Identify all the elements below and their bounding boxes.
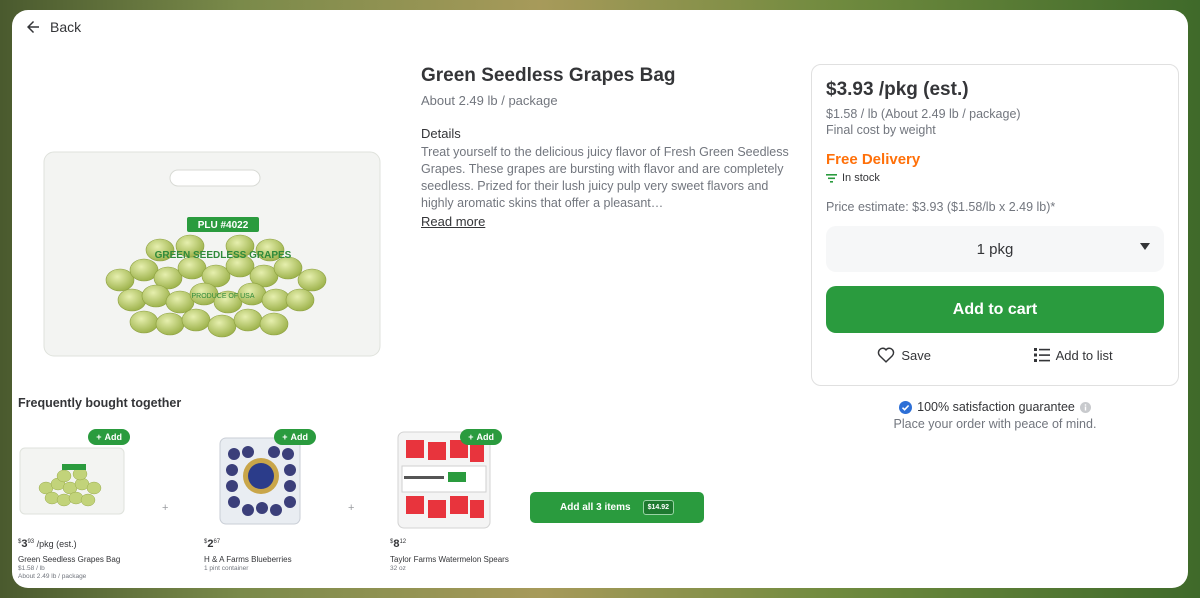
fbt-add-button[interactable]: + Add bbox=[274, 429, 316, 445]
price-cents: 12 bbox=[399, 539, 407, 545]
price-estimate: Price estimate: $3.93 ($1.58/lb x 2.49 l… bbox=[826, 200, 1056, 214]
fbt-item-image: + Add bbox=[390, 429, 502, 530]
product-info: Green Seedless Grapes Bag About 2.49 lb … bbox=[421, 65, 796, 231]
fbt-item-price: $267 bbox=[204, 538, 221, 550]
product-modal: Back PLU #4022 GREEN SEEDLESS GRAPES PRO… bbox=[12, 10, 1188, 588]
price-cents: 67 bbox=[213, 539, 221, 545]
save-button[interactable]: Save bbox=[877, 347, 931, 363]
package-price: $3.93 /pkg (est.) bbox=[826, 79, 969, 100]
blueberries-thumb bbox=[219, 437, 301, 525]
fbt-item-image: + Add bbox=[18, 429, 130, 530]
info-icon[interactable] bbox=[1079, 401, 1091, 413]
fbt-item-meta: $1.58 / lb bbox=[18, 565, 45, 572]
verified-check-icon bbox=[899, 400, 913, 414]
back-button[interactable]: Back bbox=[24, 18, 81, 36]
quantity-select[interactable]: 1 pkg bbox=[826, 226, 1164, 272]
fbt-add-label: Add bbox=[104, 432, 123, 442]
watermelon-thumb bbox=[397, 431, 491, 529]
back-label: Back bbox=[50, 19, 82, 35]
plus-icon: + bbox=[468, 432, 474, 442]
add-all-label: Add all 3 items bbox=[560, 502, 631, 513]
add-to-list-button[interactable]: Add to list bbox=[1033, 347, 1113, 363]
caret-down-icon bbox=[1140, 243, 1150, 250]
fbt-add-label: Add bbox=[290, 432, 309, 442]
quantity-value: 1 pkg bbox=[976, 240, 1014, 258]
product-title: Green Seedless Grapes Bag bbox=[421, 65, 676, 86]
fbt-item-meta: 32 oz bbox=[390, 565, 406, 572]
panel-actions: Save Add to list bbox=[826, 347, 1164, 363]
details-heading: Details bbox=[421, 126, 461, 141]
add-all-button[interactable]: Add all 3 items $14.92 bbox=[530, 492, 704, 523]
fbt-item-price: $812 bbox=[390, 538, 407, 550]
grape-bag-thumb bbox=[19, 447, 125, 515]
heart-icon bbox=[878, 347, 895, 363]
price-cents: 93 bbox=[27, 539, 35, 545]
satisfaction-guarantee: 100% satisfaction guarantee Place your o… bbox=[811, 400, 1179, 431]
purchase-panel: $3.93 /pkg (est.) $1.58 / lb (About 2.49… bbox=[811, 64, 1179, 386]
stock-status: In stock bbox=[826, 172, 1164, 184]
fbt-item-meta: About 2.49 lb / package bbox=[18, 573, 87, 580]
save-label: Save bbox=[901, 347, 931, 363]
bag-product-label: GREEN SEEDLESS GRAPES bbox=[155, 250, 292, 261]
bag-origin-label: PRODUCE OF USA bbox=[191, 293, 254, 300]
stock-icon bbox=[826, 173, 837, 183]
plus-separator: + bbox=[348, 502, 355, 514]
price-suffix: /pkg (est.) bbox=[36, 539, 77, 549]
fbt-item-price: $393 /pkg (est.) bbox=[18, 538, 77, 550]
fbt-add-button[interactable]: + Add bbox=[88, 429, 130, 445]
fbt-add-button[interactable]: + Add bbox=[460, 429, 502, 445]
fbt-item[interactable]: + Add $267 H & A Farms Blueberries 1 pint… bbox=[204, 429, 374, 572]
plus-separator: + bbox=[162, 502, 169, 514]
fbt-item-name: Taylor Farms Watermelon Spears bbox=[390, 555, 509, 564]
guarantee-subtitle: Place your order with peace of mind. bbox=[893, 417, 1097, 431]
list-icon bbox=[1033, 348, 1050, 362]
details-text: Treat yourself to the delicious juicy fl… bbox=[421, 145, 789, 210]
read-more-link[interactable]: Read more bbox=[421, 214, 485, 229]
fbt-item-meta: 1 pint container bbox=[204, 565, 249, 572]
add-to-list-label: Add to list bbox=[1055, 347, 1113, 363]
bag-plu-label: PLU #4022 bbox=[198, 220, 249, 231]
fbt-add-label: Add bbox=[476, 432, 495, 442]
add-to-cart-button[interactable]: Add to cart bbox=[826, 286, 1164, 333]
fbt-item-image: + Add bbox=[204, 429, 316, 530]
unit-price: $1.58 / lb (About 2.49 lb / package) bbox=[826, 107, 1021, 121]
fbt-item-name: Green Seedless Grapes Bag bbox=[18, 555, 121, 564]
product-image: PLU #4022 GREEN SEEDLESS GRAPES PRODUCE … bbox=[43, 151, 381, 357]
fbt-heading: Frequently bought together bbox=[18, 396, 182, 410]
fbt-item-name: H & A Farms Blueberries bbox=[204, 555, 292, 564]
stock-label: In stock bbox=[842, 172, 880, 184]
final-cost-note: Final cost by weight bbox=[826, 123, 936, 137]
add-all-total: $14.92 bbox=[642, 500, 674, 515]
plus-icon: + bbox=[96, 432, 102, 442]
guarantee-title: 100% satisfaction guarantee bbox=[917, 400, 1075, 414]
arrow-left-icon bbox=[27, 21, 39, 33]
plus-icon: + bbox=[282, 432, 288, 442]
delivery-badge: Free Delivery bbox=[826, 151, 921, 168]
product-size: About 2.49 lb / package bbox=[421, 93, 558, 108]
